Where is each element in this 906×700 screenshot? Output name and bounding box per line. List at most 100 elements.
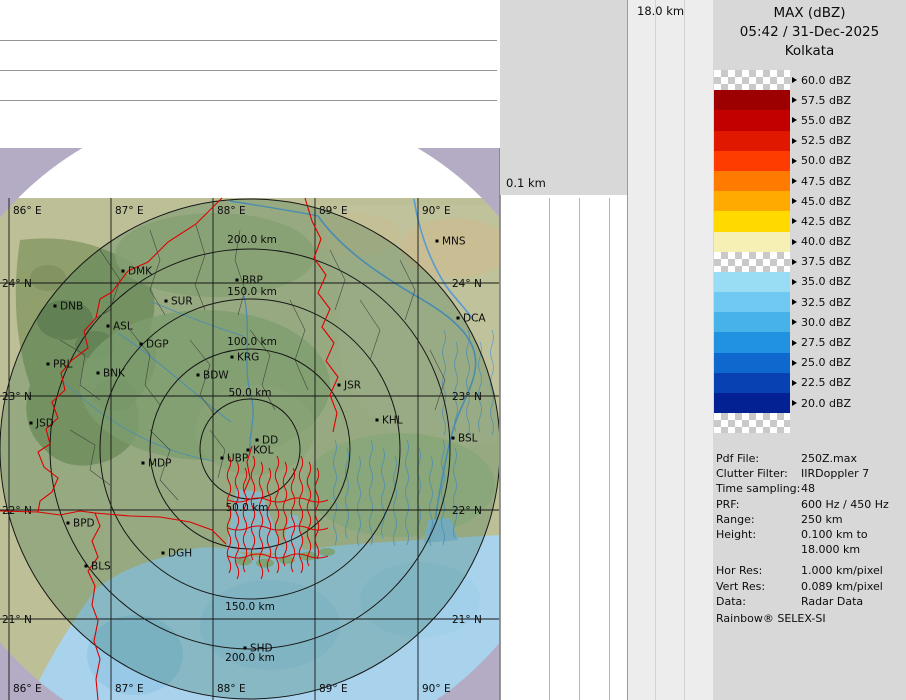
- city-label: KHL: [382, 415, 403, 427]
- radar-map: 86° E86° E87° E87° E88° E88° E89° E89° E…: [0, 148, 500, 700]
- ring-label: 150.0 km: [225, 601, 275, 613]
- top-projection-panel: [0, 0, 500, 148]
- legend-tick-icon: [792, 299, 797, 305]
- legend-row: 55.0 dBZ: [714, 110, 906, 130]
- city-label: JSR: [343, 380, 361, 392]
- lon-label: 86° E: [13, 205, 42, 217]
- legend-label: [790, 413, 792, 433]
- lat-label: 22° N: [452, 505, 482, 517]
- legend-tick-icon: [792, 380, 797, 386]
- lat-label: 24° N: [452, 278, 482, 290]
- legend-label: 20.0 dBZ: [790, 393, 851, 413]
- height-gridline: [609, 198, 610, 700]
- legend-row: 47.5 dBZ: [714, 171, 906, 191]
- ring-label: 150.0 km: [227, 286, 277, 298]
- city-marker: [85, 565, 88, 568]
- legend-swatch: [714, 353, 790, 373]
- legend-row: 57.5 dBZ: [714, 90, 906, 110]
- legend-swatch: [714, 70, 790, 90]
- info-row: Clutter Filter:IIRDoppler 7: [714, 467, 906, 482]
- legend-swatch: [714, 413, 790, 433]
- city-label: PRL: [53, 359, 73, 371]
- legend-tick-icon: [792, 117, 797, 123]
- legend-swatch: [714, 110, 790, 130]
- height-gridline: [549, 198, 550, 700]
- legend-row: 35.0 dBZ: [714, 272, 906, 292]
- height-gridline: [579, 198, 580, 700]
- info-row: Height:0.100 km to: [714, 528, 906, 543]
- legend-tick-icon: [792, 319, 797, 325]
- legend-row: 20.0 dBZ: [714, 393, 906, 413]
- city-marker: [247, 449, 250, 452]
- lon-label: 89° E: [319, 205, 348, 217]
- legend-row: 50.0 dBZ: [714, 151, 906, 171]
- legend-swatch: [714, 90, 790, 110]
- lon-label: 88° E: [217, 205, 246, 217]
- lat-label: 23° N: [452, 391, 482, 403]
- city-marker: [162, 552, 165, 555]
- legend-label: 55.0 dBZ: [790, 110, 851, 130]
- info-row: 18.000 km: [714, 543, 906, 558]
- legend-tick-icon: [792, 77, 797, 83]
- legend-row: 27.5 dBZ: [714, 332, 906, 352]
- legend-row: 30.0 dBZ: [714, 312, 906, 332]
- legend-swatch: [714, 272, 790, 292]
- city-marker: [30, 422, 33, 425]
- city-label: UBP: [227, 453, 248, 465]
- legend-swatch: [714, 131, 790, 151]
- legend-label: 60.0 dBZ: [790, 70, 851, 90]
- legend-row: 37.5 dBZ: [714, 252, 906, 272]
- legend-tick-icon: [792, 400, 797, 406]
- height-gridline: [0, 70, 497, 71]
- lon-label: 90° E: [422, 205, 451, 217]
- legend-label: 47.5 dBZ: [790, 171, 851, 191]
- city-label: MDP: [148, 458, 171, 470]
- info-row: Vert Res:0.089 km/pixel: [714, 580, 906, 595]
- ring-label: 50.0 km: [225, 502, 268, 514]
- city-label: BSL: [458, 433, 478, 445]
- legend-label: 50.0 dBZ: [790, 151, 851, 171]
- software-brand: Rainbow® SELEX-SI: [716, 612, 826, 625]
- city-marker: [244, 647, 247, 650]
- city-marker: [256, 439, 259, 442]
- city-marker: [140, 343, 143, 346]
- city-label: BNK: [103, 368, 126, 380]
- legend-label: 37.5 dBZ: [790, 252, 851, 272]
- product-info: Pdf File:250Z.maxClutter Filter:IIRDoppl…: [714, 452, 906, 610]
- info-row: Hor Res:1.000 km/pixel: [714, 564, 906, 579]
- legend-swatch: [714, 191, 790, 211]
- city-label: DGH: [168, 548, 192, 560]
- legend-label: 40.0 dBZ: [790, 232, 851, 252]
- legend-label: 30.0 dBZ: [790, 312, 851, 332]
- city-marker: [231, 356, 234, 359]
- city-label: DMK: [128, 266, 153, 278]
- legend-swatch: [714, 232, 790, 252]
- height-scale-min-label: 0.1 km: [506, 176, 546, 190]
- city-marker: [436, 240, 439, 243]
- height-gridline: [0, 100, 497, 101]
- legend-swatch: [714, 252, 790, 272]
- color-scale: 60.0 dBZ57.5 dBZ55.0 dBZ52.5 dBZ50.0 dBZ…: [714, 70, 906, 433]
- legend-tick-icon: [792, 97, 797, 103]
- city-label: BRP: [242, 275, 263, 287]
- product-datetime: 05:42 / 31-Dec-2025: [713, 23, 906, 42]
- height-gridline: [684, 0, 685, 700]
- city-marker: [54, 305, 57, 308]
- legend-label: 27.5 dBZ: [790, 332, 851, 352]
- terrain-layer: [0, 198, 500, 700]
- legend-tick-icon: [792, 279, 797, 285]
- legend-label: 32.5 dBZ: [790, 292, 851, 312]
- legend-tick-icon: [792, 360, 797, 366]
- city-label: DCA: [463, 313, 486, 325]
- city-marker: [47, 363, 50, 366]
- ring-label: 50.0 km: [228, 387, 271, 399]
- legend-label: 52.5 dBZ: [790, 131, 851, 151]
- city-label: KOL: [253, 445, 274, 457]
- product-title: MAX (dBZ): [713, 4, 906, 23]
- legend-row: [714, 413, 906, 433]
- city-label: DGP: [146, 339, 169, 351]
- lon-label: 88° E: [217, 683, 246, 695]
- height-scale-max-label: 18.0 km: [637, 4, 684, 18]
- city-label: SUR: [171, 296, 193, 308]
- city-marker: [376, 419, 379, 422]
